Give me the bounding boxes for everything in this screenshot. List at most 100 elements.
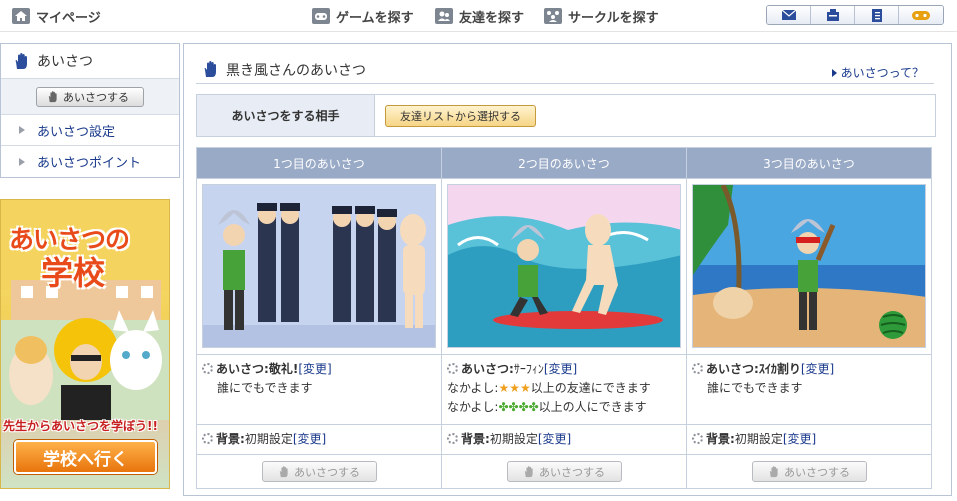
requirement-prefix: なかよし: — [447, 400, 499, 414]
find-circle-label: サークルを探す — [568, 10, 659, 26]
top-navigation-bar: マイページ ゲームを探す 友達を探す サークルを探す — [0, 0, 957, 32]
find-game-link[interactable]: ゲームを探す — [312, 5, 414, 27]
find-friends-label: 友達を探す — [459, 10, 525, 26]
greeting-requirement-friendship-clovers: なかよし:✤✤✤✤以上の人にできます — [447, 398, 681, 417]
find-friends-link[interactable]: 友達を探す — [435, 5, 524, 27]
page-title-text: 黒き風さんのあいさつ — [226, 62, 366, 79]
column-header: 3つ目のあいさつ — [686, 147, 932, 179]
background-cell: 背景:初期設定[変更] — [441, 424, 687, 455]
star-icons: ★★★ — [498, 381, 531, 395]
column-header: 1つ目のあいさつ — [196, 147, 442, 179]
sidebar-menu: あいさつ あいさつする あいさつ設定 あいさつポイント — [0, 43, 180, 178]
greeting-target-cell: 友達リストから選択する — [375, 95, 935, 136]
sidebar-item-greeting-settings[interactable]: あいさつ設定 — [1, 115, 179, 146]
greeting-name-line: あいさつ:ｻｰﾌｨﾝ[変更] — [447, 360, 681, 379]
gear-icon — [692, 363, 703, 374]
clover-icons: ✤✤✤✤ — [498, 400, 539, 414]
greet-button-cell: あいさつする — [686, 454, 932, 489]
background-label: 背景 — [216, 432, 241, 446]
greeting-name: 敬礼! — [268, 362, 299, 376]
greeting-requirement: 誰にでもできます — [217, 381, 313, 395]
topbar-shortcut-group — [766, 5, 944, 25]
diary-button[interactable] — [855, 6, 899, 24]
what-is-greeting-link[interactable]: あいさつって？ — [831, 64, 924, 81]
hand-icon — [204, 61, 216, 77]
banner-title-line2: 学校 — [41, 254, 106, 292]
hand-icon — [279, 465, 288, 477]
requirement-prefix: なかよし: — [447, 381, 499, 395]
greeting-background-row: 背景:初期設定[変更] 背景:初期設定[変更] 背景:初期設定[変更] — [196, 424, 932, 455]
sidebar-greet-button[interactable]: あいさつする — [36, 86, 144, 107]
greet-button-label: あいさつする — [294, 465, 360, 479]
watermelon-illustration — [693, 185, 925, 347]
greet-button-label: あいさつする — [539, 465, 605, 479]
gear-icon — [447, 433, 458, 444]
page-title: 黒き風さんのあいさつ あいさつって？ — [196, 56, 934, 84]
friends-icon — [435, 8, 453, 24]
greet-button[interactable]: あいさつする — [261, 461, 377, 482]
circle-group-icon — [544, 8, 562, 24]
greeting-name: ｻｰﾌｨﾝ — [513, 362, 544, 376]
select-from-friend-list-button[interactable]: 友達リストから選択する — [385, 104, 536, 127]
hand-icon — [48, 90, 57, 102]
sidebar-heading: あいさつ — [1, 44, 179, 79]
greet-button[interactable]: あいさつする — [506, 461, 622, 482]
column-header: 2つ目のあいさつ — [441, 147, 687, 179]
triangle-right-icon — [19, 157, 25, 166]
greeting-name-line: あいさつ:敬礼![変更] — [202, 360, 436, 379]
salute-greeting-image — [202, 184, 436, 348]
hand-icon — [769, 465, 778, 477]
change-background-link[interactable]: [変更] — [293, 432, 326, 446]
change-background-link[interactable]: [変更] — [783, 432, 816, 446]
sidebar: あいさつ あいさつする あいさつ設定 あいさつポイント あいさつの 学校 先生か… — [0, 43, 181, 489]
mypage-label: マイページ — [36, 10, 101, 26]
triangle-right-icon — [19, 126, 25, 134]
sidebar-item-greeting-points[interactable]: あいさつポイント — [1, 146, 179, 177]
greeting-label: あいさつ — [216, 362, 265, 376]
mypage-link[interactable]: マイページ — [12, 5, 101, 27]
surfing-illustration — [448, 185, 680, 347]
banner-subtitle: 先生からあいさつを学ぼう!! — [3, 419, 158, 433]
change-greeting-link[interactable]: [変更] — [801, 362, 834, 376]
greet-button-label: あいさつする — [784, 465, 850, 479]
controller-icon — [912, 10, 930, 20]
greeting-slots-table: 1つ目のあいさつ 2つ目のあいさつ 3つ目のあいさつ あいさつ:敬礼![変更] … — [196, 147, 932, 489]
sidebar-button-row: あいさつする — [1, 79, 179, 115]
change-greeting-link[interactable]: [変更] — [544, 362, 577, 376]
greeting-image-cell — [196, 178, 442, 355]
find-circle-link[interactable]: サークルを探す — [544, 5, 659, 27]
gear-icon — [202, 433, 213, 444]
greeting-target-label: あいさつをする相手 — [197, 95, 375, 136]
mail-icon — [781, 10, 796, 20]
greeting-name-line: あいさつ:ｽｲｶ割り[変更] — [692, 360, 926, 379]
greeting-info-cell: あいさつ:敬礼![変更] 誰にでもできます — [196, 354, 442, 425]
go-to-school-button[interactable]: 学校へ行く — [14, 440, 157, 474]
background-value: 初期設定 — [244, 432, 293, 446]
greet-button[interactable]: あいさつする — [751, 461, 867, 482]
game-shortcut-button[interactable] — [899, 6, 943, 24]
background-value: 初期設定 — [734, 432, 783, 446]
help-link-label: あいさつって？ — [840, 66, 924, 80]
mail-button[interactable] — [767, 6, 811, 24]
hand-icon — [15, 52, 27, 69]
background-cell: 背景:初期設定[変更] — [686, 424, 932, 455]
greet-button-cell: あいさつする — [441, 454, 687, 489]
greeting-image-cell — [686, 178, 932, 355]
notebook-icon — [871, 8, 882, 22]
surfing-greeting-image — [447, 184, 681, 348]
greeting-info-cell: あいさつ:ｻｰﾌｨﾝ[変更] なかよし:★★★以上の友達にできます なかよし:✤… — [441, 354, 687, 425]
greeting-school-banner[interactable]: あいさつの 学校 先生からあいさつを学ぼう!! 学校へ行く — [0, 199, 170, 489]
change-background-link[interactable]: [変更] — [538, 432, 571, 446]
home-icon — [12, 8, 30, 24]
gamepad-icon — [312, 8, 330, 24]
greeting-info-row: あいさつ:敬礼![変更] 誰にでもできます あいさつ:ｻｰﾌｨﾝ[変更] なかよ… — [196, 354, 932, 425]
greeting-image-row — [196, 178, 932, 355]
greet-button-cell: あいさつする — [196, 454, 442, 489]
find-game-label: ゲームを探す — [336, 10, 414, 26]
main-panel: 黒き風さんのあいさつ あいさつって？ あいさつをする相手 友達リストから選択する… — [183, 43, 952, 496]
message-button[interactable] — [811, 6, 855, 24]
change-greeting-link[interactable]: [変更] — [298, 362, 331, 376]
background-label: 背景 — [461, 432, 486, 446]
background-label: 背景 — [706, 432, 731, 446]
hand-icon — [524, 465, 533, 477]
